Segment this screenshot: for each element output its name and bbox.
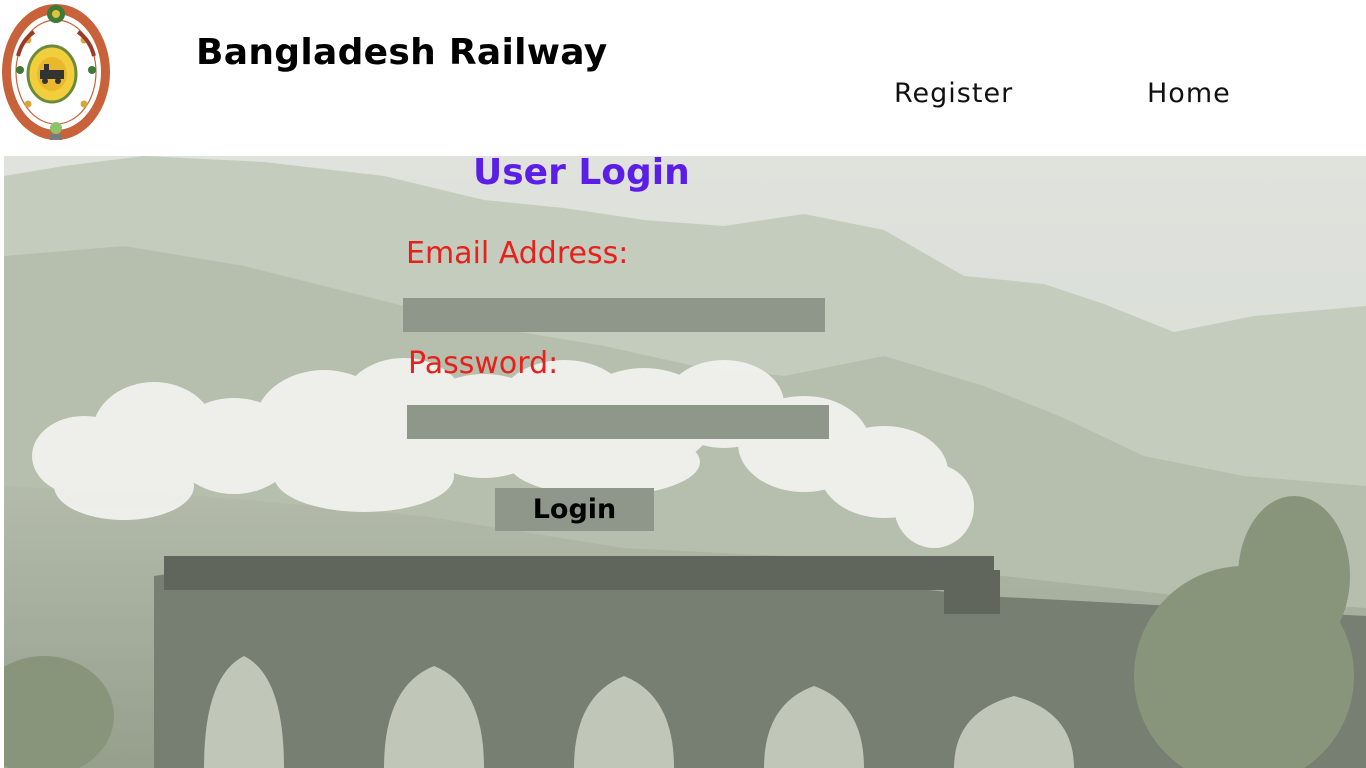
steam-train-background-image xyxy=(4,156,1366,768)
password-label: Password: xyxy=(408,346,559,381)
bangladesh-railway-emblem-icon[interactable] xyxy=(0,0,114,142)
login-button[interactable]: Login xyxy=(495,488,654,531)
login-title: User Login xyxy=(473,152,690,193)
nav-register-link[interactable]: Register xyxy=(894,78,1013,109)
email-field[interactable] xyxy=(403,298,825,332)
password-field[interactable] xyxy=(407,405,829,439)
site-header: Bangladesh Railway Register Home xyxy=(0,0,1366,156)
email-label: Email Address: xyxy=(406,236,629,271)
nav-home-link[interactable]: Home xyxy=(1147,78,1231,109)
site-title: Bangladesh Railway xyxy=(196,32,608,73)
